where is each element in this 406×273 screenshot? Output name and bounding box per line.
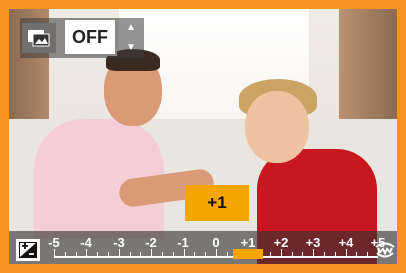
scale-tick — [86, 249, 88, 256]
control-dial-icon[interactable] — [372, 239, 398, 263]
scale-tick — [183, 249, 185, 256]
scale-tick — [54, 249, 55, 256]
scale-label: 0 — [212, 235, 220, 250]
exposure-scale[interactable]: -5 -4 -3 -2 -1 0 +1 +2 +3 +4 +5 — [48, 231, 385, 264]
scale-label: -4 — [80, 235, 92, 250]
scale-label: +4 — [338, 235, 354, 250]
scale-label: -1 — [177, 235, 189, 250]
scale-label: -5 — [48, 235, 60, 250]
scale-label: +2 — [273, 235, 289, 250]
exposure-compensation-icon — [16, 239, 40, 261]
scale-tick — [216, 249, 217, 256]
scale-tick — [151, 249, 153, 256]
bracket-mode-icon[interactable] — [22, 23, 56, 53]
setting-value-label: OFF — [72, 26, 108, 47]
exposure-cursor[interactable] — [233, 249, 264, 259]
setting-value-display[interactable]: OFF — [63, 18, 117, 56]
arrow-up-icon[interactable]: ▲ — [121, 18, 141, 38]
scale-ruler — [54, 256, 378, 258]
scale-label: +1 — [240, 235, 256, 250]
exposure-compensation-badge: +1 — [185, 185, 249, 221]
scale-tick — [313, 249, 315, 256]
setting-stepper[interactable]: ▲ ▼ — [121, 18, 141, 58]
scale-label: -2 — [145, 235, 157, 250]
scale-tick — [118, 249, 120, 256]
scale-label: +3 — [305, 235, 321, 250]
scale-labels: -5 -4 -3 -2 -1 0 +1 +2 +3 +4 +5 — [48, 235, 385, 250]
exposure-compensation-label: +1 — [207, 193, 227, 212]
scale-label: -3 — [113, 235, 125, 250]
scale-tick — [280, 249, 282, 256]
arrow-down-icon[interactable]: ▼ — [121, 38, 141, 58]
scale-tick — [345, 249, 347, 256]
